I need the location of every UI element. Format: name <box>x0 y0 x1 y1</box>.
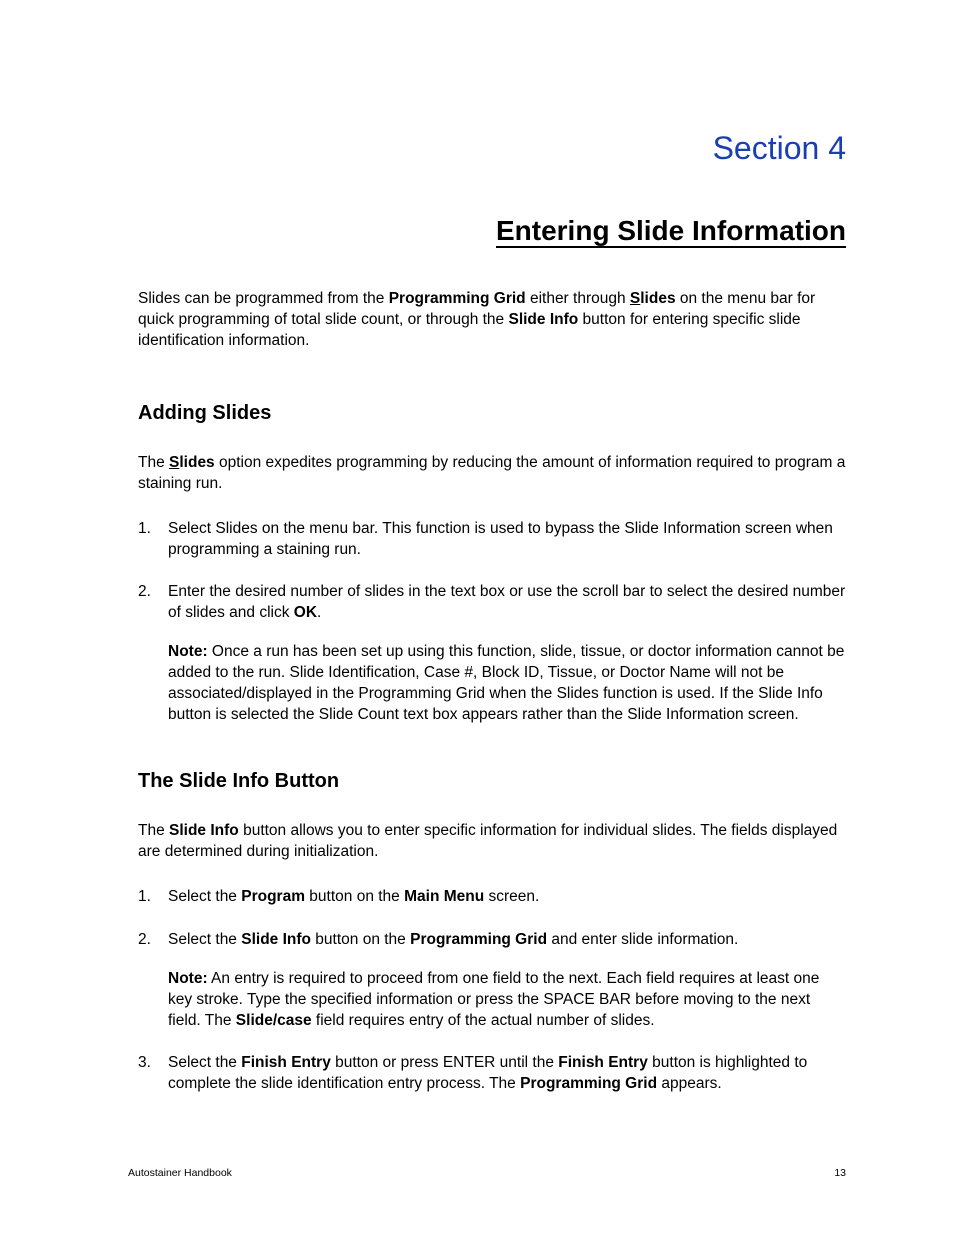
footer-page-number: 13 <box>834 1167 846 1179</box>
bold-text: Programming Grid <box>389 290 526 307</box>
note-block: Note: Once a run has been set up using t… <box>168 642 846 726</box>
list-item: 3. Select the Finish Entry button or pre… <box>138 1053 846 1095</box>
bold-text: Finish Entry <box>558 1054 648 1071</box>
underline-letter: S <box>630 290 640 307</box>
bold-text: Slide Info <box>169 822 239 839</box>
adding-slides-steps: 1. Select Slides on the menu bar. This f… <box>138 519 846 726</box>
step-body: Select the Program button on the Main Me… <box>168 887 846 908</box>
slide-info-steps: 1. Select the Program button on the Main… <box>138 887 846 1095</box>
text: Slides can be programmed from the <box>138 290 389 307</box>
note-text: field requires entry of the actual numbe… <box>312 1012 655 1029</box>
text: lides <box>179 454 214 471</box>
bold-text: Finish Entry <box>241 1054 331 1071</box>
note-text: Once a run has been set up using this fu… <box>168 643 844 723</box>
bold-text: Slides <box>630 290 676 307</box>
step-body: Enter the desired number of slides in th… <box>168 582 846 726</box>
text: button or press ENTER until the <box>331 1054 558 1071</box>
bold-text: Slide/case <box>236 1012 312 1029</box>
bold-text: Programming Grid <box>520 1075 657 1092</box>
text: appears. <box>657 1075 722 1092</box>
footer-left: Autostainer Handbook <box>128 1167 232 1179</box>
page: Section 4 Entering Slide Information Sli… <box>0 0 954 1235</box>
step-number: 2. <box>138 930 168 1032</box>
text: Select the <box>168 1054 241 1071</box>
subheading-adding-slides: Adding Slides <box>138 402 846 425</box>
text: button on the <box>311 931 410 948</box>
step-body: Select the Finish Entry button or press … <box>168 1053 846 1095</box>
section-label: Section 4 <box>138 130 846 167</box>
text: lides <box>640 290 675 307</box>
text: The <box>138 822 169 839</box>
bold-text: Program <box>241 888 305 905</box>
bold-text: Programming Grid <box>410 931 547 948</box>
step-body: Select the Slide Info button on the Prog… <box>168 930 846 1032</box>
text: option expedites programming by reducing… <box>138 454 845 492</box>
bold-text: OK <box>294 604 317 621</box>
underline-letter: S <box>169 454 179 471</box>
text: Enter the desired number of slides in th… <box>168 583 845 621</box>
note-block: Note: An entry is required to proceed fr… <box>168 969 846 1032</box>
text: . <box>317 604 321 621</box>
note-label: Note: <box>168 970 208 987</box>
text: button on the <box>305 888 404 905</box>
bold-text: Slides <box>169 454 215 471</box>
step-number: 1. <box>138 519 168 561</box>
bold-text: Slide Info <box>508 311 578 328</box>
list-item: 1. Select the Program button on the Main… <box>138 887 846 908</box>
bold-text: Slide Info <box>241 931 311 948</box>
page-title: Entering Slide Information <box>138 215 846 247</box>
list-item: 2. Select the Slide Info button on the P… <box>138 930 846 1032</box>
text: button allows you to enter specific info… <box>138 822 837 860</box>
intro-paragraph: Slides can be programmed from the Progra… <box>138 289 846 352</box>
step-number: 1. <box>138 887 168 908</box>
page-footer: Autostainer Handbook 13 <box>128 1167 846 1179</box>
text: Select the <box>168 931 241 948</box>
step-number: 3. <box>138 1053 168 1095</box>
text: and enter slide information. <box>547 931 738 948</box>
text: Select the <box>168 888 241 905</box>
step-body: Select Slides on the menu bar. This func… <box>168 519 846 561</box>
text: The <box>138 454 169 471</box>
text: either through <box>526 290 630 307</box>
list-item: 2. Enter the desired number of slides in… <box>138 582 846 726</box>
bold-text: Main Menu <box>404 888 484 905</box>
text: screen. <box>484 888 539 905</box>
step-number: 2. <box>138 582 168 726</box>
list-item: 1. Select Slides on the menu bar. This f… <box>138 519 846 561</box>
subheading-slide-info-button: The Slide Info Button <box>138 770 846 793</box>
note-label: Note: <box>168 643 208 660</box>
lead-paragraph: The Slide Info button allows you to ente… <box>138 821 846 863</box>
lead-paragraph: The Slides option expedites programming … <box>138 453 846 495</box>
